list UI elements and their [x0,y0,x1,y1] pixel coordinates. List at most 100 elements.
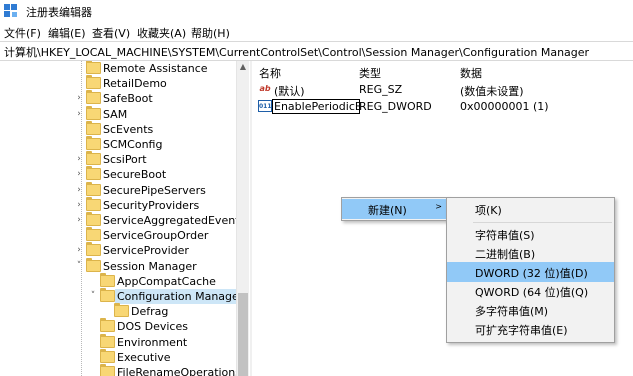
tree-item[interactable]: RetailDemo [0,75,236,91]
submenu-item-expandable-string-value[interactable]: 可扩充字符串值(E) [447,319,614,339]
tree-pane: Remote Assistance RetailDemo › SafeBoot › SAM… [0,61,248,376]
menu-edit[interactable]: 编辑(E) [48,25,86,41]
tree-item[interactable]: SCMConfig [0,136,236,152]
value-type: REG_SZ [359,83,403,96]
tree-item-label: Defrag [131,305,169,319]
folder-icon [86,257,101,272]
tree-item-label: SecureBoot [103,168,167,182]
tree-item[interactable]: ScEvents [0,120,236,137]
folder-icon [100,288,115,302]
tree-item[interactable]: Environment [0,333,236,350]
tree-item[interactable]: › SafeBoot [0,90,236,106]
list-header: 名称 类型 数据 [252,61,633,81]
value-name-edit-field[interactable]: EnablePeriodicB... [272,99,360,114]
chevron-right-icon[interactable]: › [74,244,84,256]
tree-item-label: SecurityProviders [103,198,200,212]
tree-scrollbar[interactable]: ▲ [236,61,249,376]
tree-item[interactable]: FileRenameOperations [0,364,241,376]
submenu-item-label: 二进制值(B) [475,248,536,261]
folder-icon [100,318,115,333]
context-menu-new[interactable]: 新建(N) > [342,199,448,219]
tree-item[interactable]: › SecurePipeServers [0,181,236,198]
chevron-right-icon[interactable]: › [74,199,84,211]
submenu-item-qword-value[interactable]: QWORD (64 位)值(Q) [447,281,614,301]
folder-icon [86,227,101,242]
submenu-arrow-icon: > [435,202,442,211]
new-submenu: 项(K) 字符串值(S) 二进制值(B) DWORD (32 位)值(D) QW… [446,197,615,343]
chevron-right-icon[interactable]: › [74,214,84,226]
submenu-item-multi-string-value[interactable]: 多字符串值(M) [447,300,614,320]
list-row[interactable]: ab (默认) REG_SZ (数值未设置) [252,81,633,99]
chevron-right-icon[interactable]: › [74,153,84,165]
submenu-item-key[interactable]: 项(K) [447,199,614,219]
address-path[interactable]: 计算机\HKEY_LOCAL_MACHINE\SYSTEM\CurrentCon… [4,44,589,60]
menu-view[interactable]: 查看(V) [92,25,130,41]
tree-item[interactable]: › ServiceAggregatedEvents [0,212,245,228]
folder-icon [86,196,101,211]
submenu-item-label: DWORD (32 位)值(D) [475,267,588,280]
scroll-up-arrow-icon[interactable]: ▲ [237,61,249,73]
chevron-right-icon[interactable]: › [74,108,84,120]
tree-item[interactable]: AppCompatCache [0,272,236,289]
value-name: (默认) [274,85,305,98]
menu-favorites[interactable]: 收藏夹(A) [137,25,186,41]
context-menu: 新建(N) > [341,197,449,221]
list-row[interactable]: 011 EnablePeriodicB... REG_DWORD 0x00000… [252,98,633,116]
tree-item[interactable]: Executive [0,348,236,365]
value-data: (数值未设置) [460,85,524,98]
submenu-item-binary-value[interactable]: 二进制值(B) [447,243,614,263]
tree-item[interactable]: DOS Devices [0,318,236,334]
folder-icon [100,348,115,363]
column-name[interactable]: 名称 [259,65,281,81]
tree-item-label: Session Manager [103,259,197,273]
tree-item-label: SafeBoot [103,92,153,106]
chevron-right-icon[interactable]: › [74,184,84,196]
folder-icon [100,333,115,348]
chevron-down-icon[interactable]: ˅ [74,260,84,272]
chevron-down-icon[interactable]: ˅ [88,290,98,302]
folder-icon [86,151,101,166]
tree-item-label: SCMConfig [103,138,163,151]
chevron-right-icon[interactable]: › [74,92,84,104]
scroll-thumb[interactable] [238,293,248,376]
folder-icon [114,303,129,318]
folder-icon [100,364,115,376]
tree-item-label: ServiceAggregatedEvents [103,214,246,227]
tree-item[interactable]: Remote Assistance [0,61,236,76]
address-bar[interactable]: 计算机\HKEY_LOCAL_MACHINE\SYSTEM\CurrentCon… [0,41,633,61]
tree-item[interactable]: › SAM [0,105,236,122]
column-data[interactable]: 数据 [460,65,482,81]
tree-item-label: AppCompatCache [117,274,216,288]
tree-item[interactable]: › SecureBoot [0,166,236,182]
submenu-item-string-value[interactable]: 字符串值(S) [447,224,614,244]
submenu-item-dword-value[interactable]: DWORD (32 位)值(D) [447,262,614,282]
column-type[interactable]: 类型 [359,65,381,81]
dword-value-icon: 011 [258,100,272,112]
tree-item-label: Configuration Manager [115,289,246,304]
tree-item[interactable]: › ScsiPort [0,151,236,167]
tree-item-label: ScsiPort [103,153,147,167]
menu-bar: 文件(F) 编辑(E) 查看(V) 收藏夹(A) 帮助(H) [0,23,633,41]
tree-item[interactable]: ServiceGroupOrder [0,227,236,243]
title-bar: 注册表编辑器 [0,0,633,22]
string-value-icon: ab [259,84,271,93]
tree-item[interactable]: › SecurityProviders [0,196,236,213]
tree-item[interactable]: ˅ Session Manager [0,257,236,274]
tree-item-label: ServiceProvider [103,244,189,258]
tree-item-label: Remote Assistance [103,62,208,75]
folder-icon [86,181,101,196]
chevron-right-icon[interactable]: › [74,168,84,180]
tree-item[interactable]: › ServiceProvider [0,242,236,258]
value-type: REG_DWORD [359,100,432,113]
tree-item[interactable]: Defrag [0,303,236,319]
submenu-item-label: 字符串值(S) [475,229,535,242]
tree-item[interactable]: ˅ Configuration Manager [0,288,246,304]
tree-item-label: ServiceGroupOrder [103,229,209,243]
folder-icon [100,272,115,287]
menu-file[interactable]: 文件(F) [4,25,41,41]
window-title: 注册表编辑器 [26,6,92,19]
folder-icon [86,120,101,135]
folder-icon [86,90,101,105]
menu-help[interactable]: 帮助(H) [191,25,230,41]
tree-item-label: Executive [117,350,171,364]
